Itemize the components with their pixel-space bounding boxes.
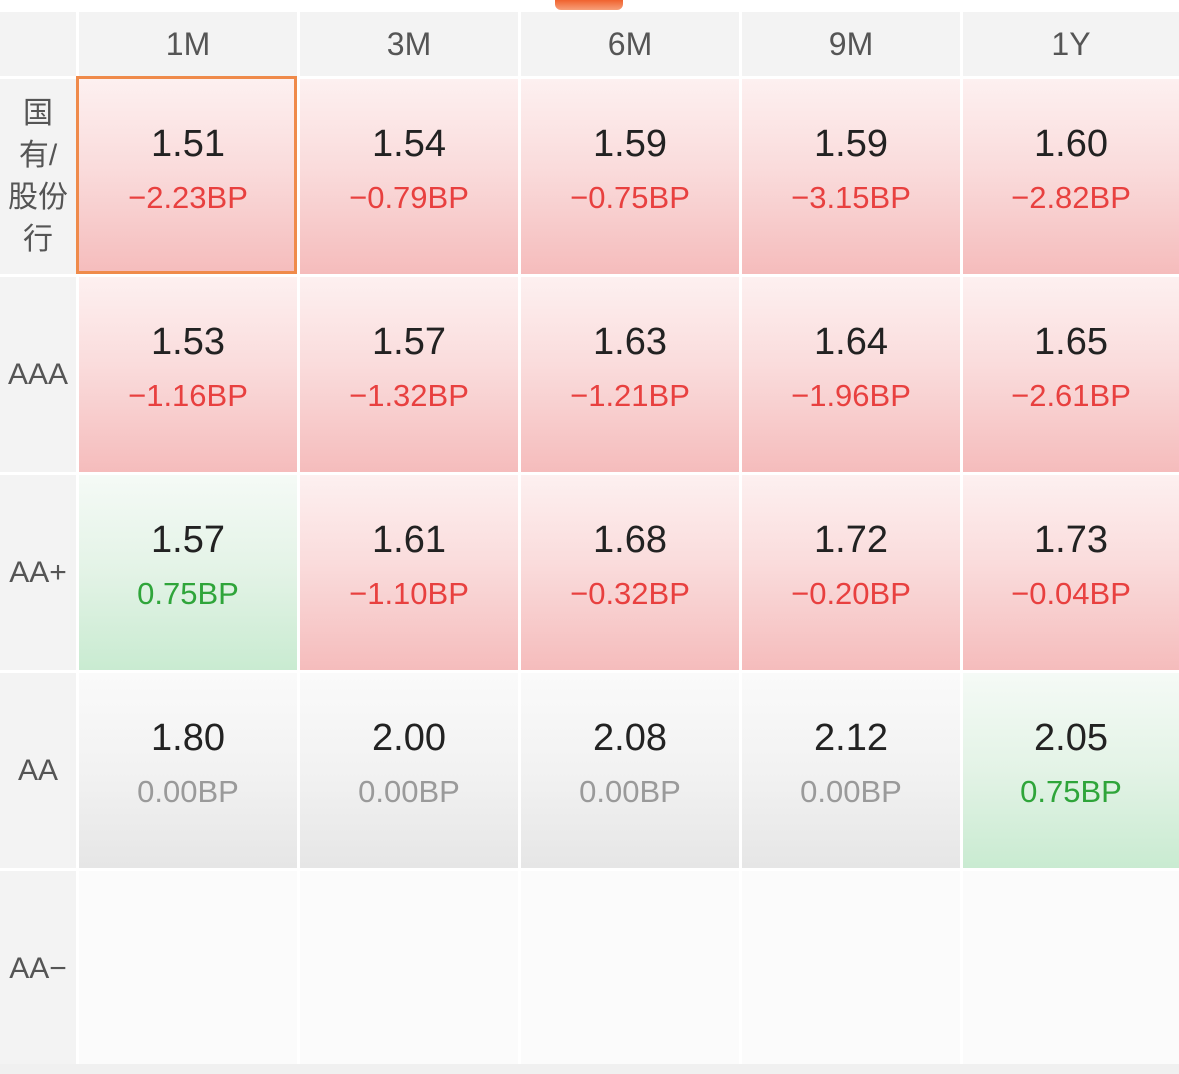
rate-cell[interactable]: 1.59 −3.15BP (739, 76, 960, 274)
rate-cell[interactable]: 1.68 −0.32BP (518, 472, 739, 670)
rate-cell[interactable]: 1.54 −0.79BP (297, 76, 518, 274)
rate-change: −0.79BP (349, 179, 469, 215)
rate-value: 1.61 (372, 518, 446, 561)
rate-cell[interactable]: 1.63 −1.21BP (518, 274, 739, 472)
rate-change: 0.00BP (800, 773, 902, 809)
rate-value: 1.51 (151, 122, 225, 165)
rate-change: −1.32BP (349, 377, 469, 413)
row-header: AA+ (0, 472, 76, 670)
rate-change: −1.96BP (791, 377, 911, 413)
rate-value: 1.57 (372, 320, 446, 363)
row-header: AA (0, 670, 76, 868)
row-header: AA− (0, 868, 76, 1066)
rate-value: 1.57 (151, 518, 225, 561)
row-header-label: 国有/股份行 (8, 96, 68, 256)
rate-value: 1.64 (814, 320, 888, 363)
column-header-3m: 3M (297, 12, 518, 76)
rate-cell[interactable]: 1.80 0.00BP (76, 670, 297, 868)
rate-cell[interactable]: 1.64 −1.96BP (739, 274, 960, 472)
row-header: AAA (0, 274, 76, 472)
rate-cell[interactable]: 2.12 0.00BP (739, 670, 960, 868)
rate-cell[interactable]: 1.51 −2.23BP (76, 76, 297, 274)
rate-cell[interactable] (960, 868, 1179, 1066)
rate-value: 2.08 (593, 716, 667, 759)
rate-cell[interactable]: 1.59 −0.75BP (518, 76, 739, 274)
rate-change: 0.00BP (579, 773, 681, 809)
column-header-6m: 6M (518, 12, 739, 76)
row-header-label: AA+ (9, 555, 67, 589)
rate-change: 0.75BP (1020, 773, 1122, 809)
matrix-corner (0, 12, 76, 76)
rate-change: −2.23BP (128, 179, 248, 215)
rate-change: −3.15BP (791, 179, 911, 215)
row-header-label: AA (17, 753, 59, 787)
rate-cell[interactable]: 1.61 −1.10BP (297, 472, 518, 670)
rate-value: 1.80 (151, 716, 225, 759)
row-header: 国有/股份行 (0, 76, 76, 274)
rate-cell[interactable] (518, 868, 739, 1066)
rate-matrix: 1M 3M 6M 9M 1Y 国有/股份行 1.51 −2.23BP 1.54 −0.7… (0, 12, 1179, 1066)
rate-cell[interactable]: 1.72 −0.20BP (739, 472, 960, 670)
rate-cell[interactable]: 1.65 −2.61BP (960, 274, 1179, 472)
rate-cell[interactable] (76, 868, 297, 1066)
rate-value: 1.59 (593, 122, 667, 165)
column-header-9m: 9M (739, 12, 960, 76)
row-header-label: AAA (7, 357, 69, 391)
rate-change: −0.04BP (1011, 575, 1131, 611)
rate-value: 1.53 (151, 320, 225, 363)
rate-value: 2.00 (372, 716, 446, 759)
rate-change: 0.00BP (137, 773, 239, 809)
rate-value: 1.63 (593, 320, 667, 363)
rate-cell[interactable]: 1.60 −2.82BP (960, 76, 1179, 274)
rate-change: −0.20BP (791, 575, 911, 611)
rate-cell[interactable] (739, 868, 960, 1066)
rate-cell[interactable]: 1.73 −0.04BP (960, 472, 1179, 670)
rate-change: −1.10BP (349, 575, 469, 611)
rate-cell[interactable]: 1.57 0.75BP (76, 472, 297, 670)
bottom-divider (0, 1064, 1179, 1074)
row-header-label: AA− (9, 951, 67, 985)
rate-value: 2.12 (814, 716, 888, 759)
rate-change: −2.61BP (1011, 377, 1131, 413)
rate-value: 1.54 (372, 122, 446, 165)
rate-value: 1.72 (814, 518, 888, 561)
rate-cell[interactable]: 2.00 0.00BP (297, 670, 518, 868)
rate-change: −0.75BP (570, 179, 690, 215)
rate-change: −1.16BP (128, 377, 248, 413)
rate-cell[interactable]: 2.08 0.00BP (518, 670, 739, 868)
rate-cell[interactable]: 1.53 −1.16BP (76, 274, 297, 472)
rate-value: 1.73 (1034, 518, 1108, 561)
rate-change: −2.82BP (1011, 179, 1131, 215)
rate-change: 0.00BP (358, 773, 460, 809)
rate-cell[interactable]: 2.05 0.75BP (960, 670, 1179, 868)
rate-value: 1.59 (814, 122, 888, 165)
rate-cell[interactable]: 1.57 −1.32BP (297, 274, 518, 472)
rate-change: −0.32BP (570, 575, 690, 611)
rate-value: 1.65 (1034, 320, 1108, 363)
active-tab-indicator (555, 0, 623, 10)
rate-value: 1.60 (1034, 122, 1108, 165)
rate-change: 0.75BP (137, 575, 239, 611)
column-header-1m: 1M (76, 12, 297, 76)
rate-change: −1.21BP (570, 377, 690, 413)
rate-value: 1.68 (593, 518, 667, 561)
rate-cell[interactable] (297, 868, 518, 1066)
rate-value: 2.05 (1034, 716, 1108, 759)
column-header-1y: 1Y (960, 12, 1179, 76)
